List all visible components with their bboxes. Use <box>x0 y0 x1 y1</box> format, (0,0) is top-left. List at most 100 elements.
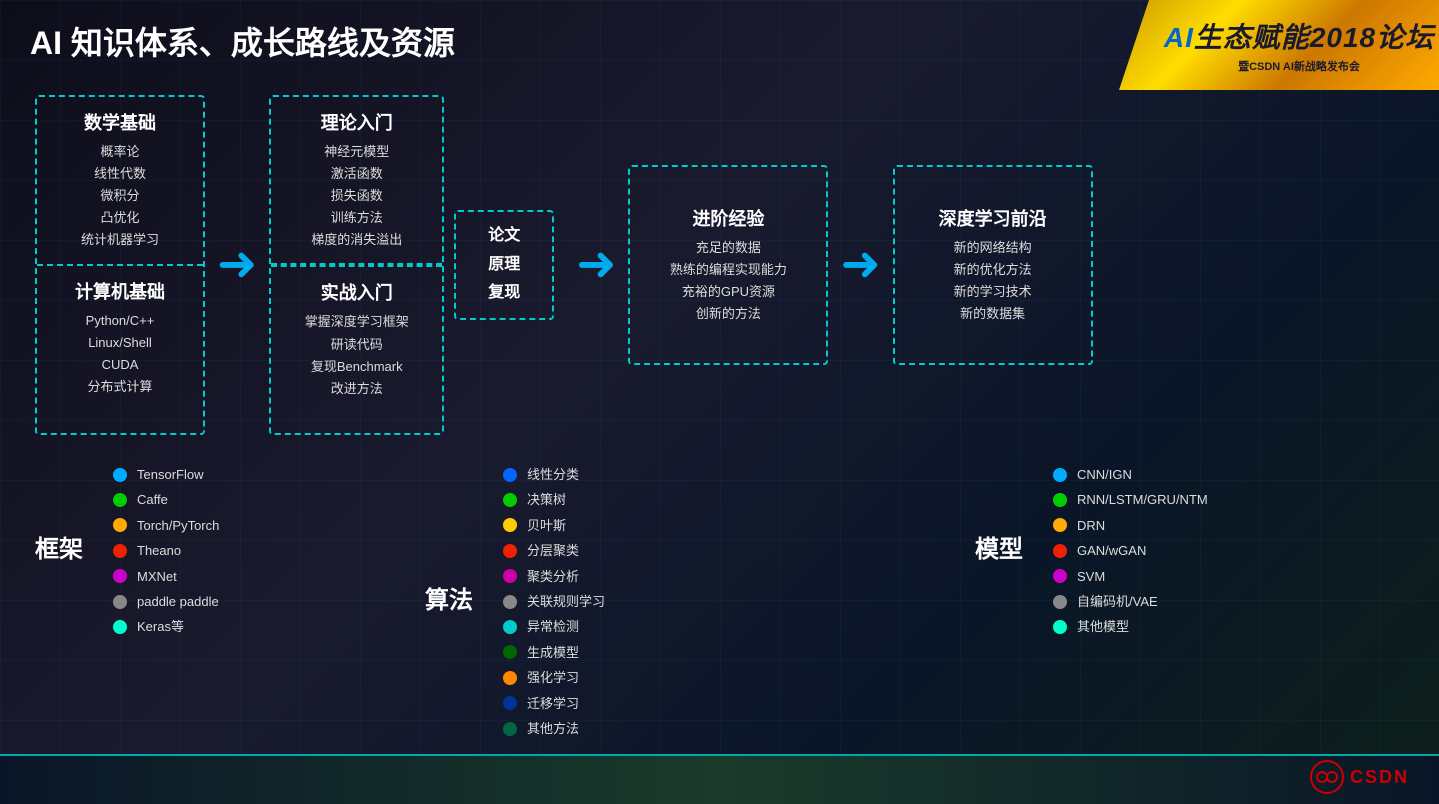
list-item: 损失函数 <box>285 185 428 207</box>
label-assoc: 关联规则学习 <box>527 590 605 613</box>
dot-rl <box>503 671 517 685</box>
label-rl: 强化学习 <box>527 666 579 689</box>
list-item: 新的数据集 <box>954 303 1032 325</box>
list-item: 微积分 <box>51 185 189 207</box>
list-item: 复现Benchmark <box>285 356 428 378</box>
dot-other-algo <box>503 722 517 736</box>
list-item: SVM <box>1053 565 1105 588</box>
list-item: 充足的数据 <box>670 237 787 259</box>
label-other-model: 其他模型 <box>1077 615 1129 638</box>
list-item: CUDA <box>51 354 189 376</box>
dot-cnn <box>1053 468 1067 482</box>
label-tensorflow: TensorFlow <box>137 463 203 486</box>
list-item: 异常检测 <box>503 615 579 638</box>
arrow-3: ➜ <box>840 241 880 289</box>
computer-title: 计算机基础 <box>51 278 189 304</box>
advanced-items: 充足的数据 熟练的编程实现能力 充裕的GPU资源 创新的方法 <box>670 237 787 325</box>
dot-mxnet <box>113 569 127 583</box>
dot-assoc <box>503 595 517 609</box>
deep-title: 深度学习前沿 <box>939 205 1047 231</box>
list-item: Linux/Shell <box>51 332 189 354</box>
advanced-box: 进阶经验 充足的数据 熟练的编程实现能力 充裕的GPU资源 创新的方法 <box>628 165 828 365</box>
advanced-title: 进阶经验 <box>692 205 764 231</box>
bottom-band <box>0 754 1439 804</box>
list-item: GAN/wGAN <box>1053 539 1146 562</box>
legend-section: 框架 TensorFlow Caffe Torch/PyTorch Theano <box>15 455 1424 749</box>
dot-anomaly <box>503 620 517 634</box>
label-drn: DRN <box>1077 514 1105 537</box>
flow-section: 数学基础 概率论 线性代数 微积分 凸优化 统计机器学习 计算机基础 Pytho… <box>15 75 1424 455</box>
csdn-logo: CSDN <box>1310 760 1409 794</box>
logo-text: 生态赋能2018论坛 <box>1194 22 1434 53</box>
label-anomaly: 异常检测 <box>527 615 579 638</box>
list-item: 关联规则学习 <box>503 590 605 613</box>
paper-box: 论文原理复现 <box>454 210 554 320</box>
dot-gan <box>1053 544 1067 558</box>
math-title: 数学基础 <box>51 109 189 135</box>
list-item: 强化学习 <box>503 666 579 689</box>
practice-section: 实战入门 掌握深度学习框架 研读代码 复现Benchmark 改进方法 <box>271 265 442 433</box>
theory-items: 神经元模型 激活函数 损失函数 训练方法 梯度的消失溢出 <box>285 141 428 251</box>
main-title: AI 知识体系、成长路线及资源 <box>30 18 455 64</box>
framework-section: 框架 TensorFlow Caffe Torch/PyTorch Theano <box>35 463 325 639</box>
label-theano: Theano <box>137 539 181 562</box>
model-section: 模型 CNN/IGN RNN/LSTM/GRU/NTM DRN GAN/wGAN <box>975 463 1404 639</box>
algorithm-legend: 线性分类 决策树 贝叶斯 分层聚类 聚类分析 <box>503 463 605 740</box>
list-item: MXNet <box>113 565 177 588</box>
list-item: 自编码机/VAE <box>1053 590 1158 613</box>
framework-title: 框架 <box>35 529 83 564</box>
dot-drn <box>1053 518 1067 532</box>
list-item: 迁移学习 <box>503 692 579 715</box>
model-title: 模型 <box>975 529 1023 564</box>
theory-practice-box: 理论入门 神经元模型 激活函数 损失函数 训练方法 梯度的消失溢出 实战入门 掌… <box>269 95 444 435</box>
algorithm-title: 算法 <box>425 580 473 615</box>
label-ae: 自编码机/VAE <box>1077 590 1158 613</box>
practice-title: 实战入门 <box>285 279 428 305</box>
list-item: 分布式计算 <box>51 376 189 398</box>
paper-area: 论文原理复现 <box>454 95 554 435</box>
list-item: 新的优化方法 <box>954 259 1032 281</box>
list-item: 凸优化 <box>51 207 189 229</box>
label-rnn: RNN/LSTM/GRU/NTM <box>1077 488 1208 511</box>
list-item: 创新的方法 <box>670 303 787 325</box>
dot-other-model <box>1053 620 1067 634</box>
list-item: 分层聚类 <box>503 539 579 562</box>
label-gen: 生成模型 <box>527 641 579 664</box>
dot-bayes <box>503 518 517 532</box>
dot-cluster <box>503 544 517 558</box>
label-svm: SVM <box>1077 565 1105 588</box>
logo-sub: 暨CSDN AI新战略发布会 <box>1238 58 1360 74</box>
theory-section: 理论入门 神经元模型 激活函数 损失函数 训练方法 梯度的消失溢出 <box>271 97 442 265</box>
list-item: 统计机器学习 <box>51 229 189 251</box>
csdn-text: CSDN <box>1350 767 1409 788</box>
math-items: 概率论 线性代数 微积分 凸优化 统计机器学习 <box>51 141 189 251</box>
list-item: RNN/LSTM/GRU/NTM <box>1053 488 1208 511</box>
label-caffe: Caffe <box>137 488 168 511</box>
list-item: 熟练的编程实现能力 <box>670 259 787 281</box>
theory-title: 理论入门 <box>285 109 428 135</box>
computer-items: Python/C++ Linux/Shell CUDA 分布式计算 <box>51 310 189 398</box>
list-item: 决策树 <box>503 488 566 511</box>
dot-tensorflow <box>113 468 127 482</box>
list-item: 梯度的消失溢出 <box>285 229 428 251</box>
list-item: 聚类分析 <box>503 565 579 588</box>
list-item: 其他模型 <box>1053 615 1129 638</box>
dot-linear <box>503 468 517 482</box>
label-cluster: 分层聚类 <box>527 539 579 562</box>
list-item: 充裕的GPU资源 <box>670 281 787 303</box>
label-other-algo: 其他方法 <box>527 717 579 740</box>
label-torch: Torch/PyTorch <box>137 514 219 537</box>
label-linear: 线性分类 <box>527 463 579 486</box>
list-item: CNN/IGN <box>1053 463 1132 486</box>
list-item: 线性分类 <box>503 463 579 486</box>
label-transfer: 迁移学习 <box>527 692 579 715</box>
csdn-icon <box>1310 760 1344 794</box>
dot-torch <box>113 518 127 532</box>
deep-items: 新的网络结构 新的优化方法 新的学习技术 新的数据集 <box>954 237 1032 325</box>
math-computer-box: 数学基础 概率论 线性代数 微积分 凸优化 统计机器学习 计算机基础 Pytho… <box>35 95 205 435</box>
list-item: 线性代数 <box>51 163 189 185</box>
label-cnn: CNN/IGN <box>1077 463 1132 486</box>
list-item: 训练方法 <box>285 207 428 229</box>
list-item: Caffe <box>113 488 168 511</box>
logo-main: AI生态赋能2018论坛 <box>1164 16 1434 56</box>
